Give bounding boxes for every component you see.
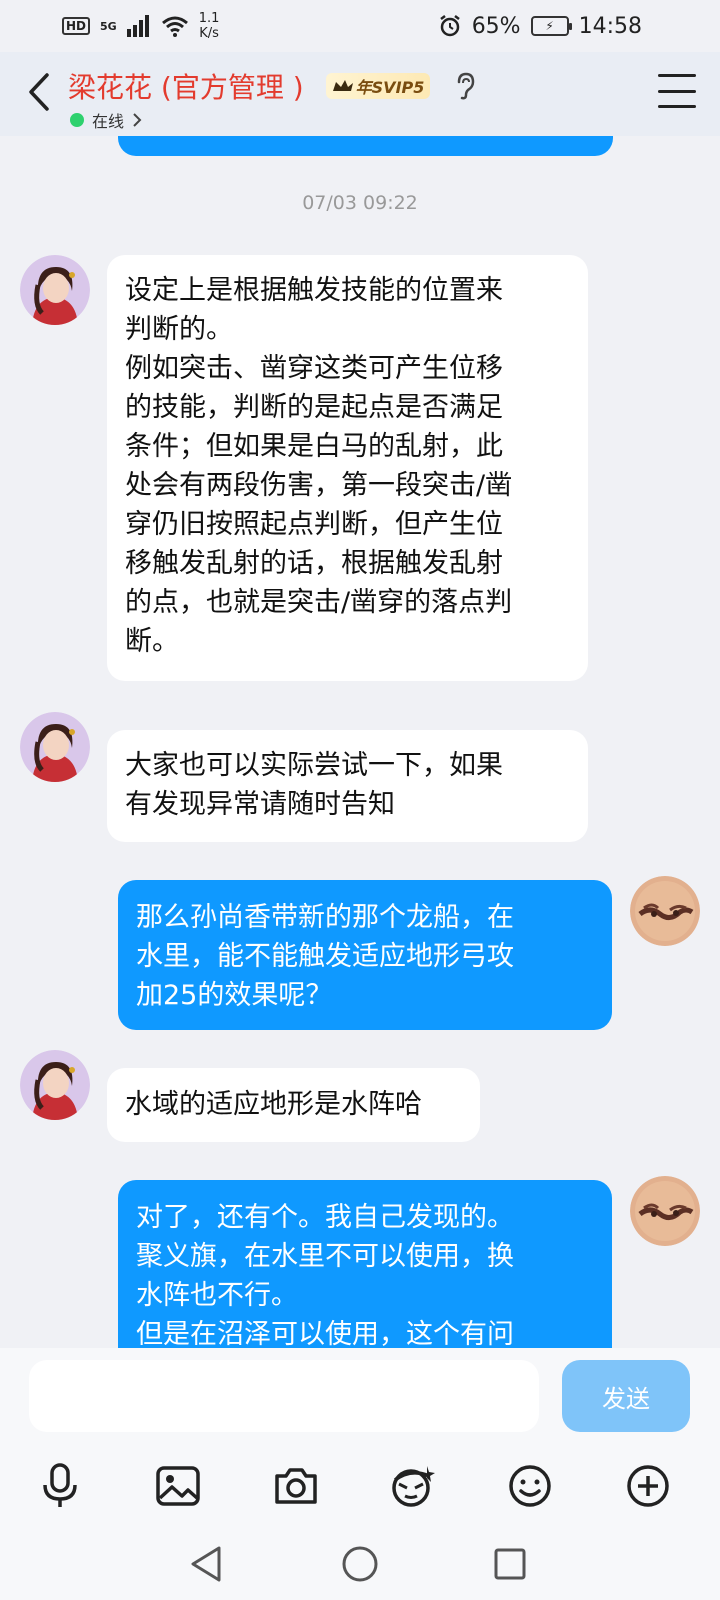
incoming-message-bubble[interactable]: 水域的适应地形是水阵哈 [107,1068,480,1142]
nav-recents-icon [494,1548,526,1580]
composer: 发送 [0,1348,720,1600]
nav-home-icon [342,1546,378,1582]
contact-avatar[interactable] [20,1050,90,1120]
incoming-message-bubble[interactable]: 大家也可以实际尝试一下，如果 有发现异常请随时告知 [107,730,588,842]
incoming-message-bubble[interactable]: 设定上是根据触发技能的位置来 判断的。 例如突击、凿穿这类可产生位移 的技能，判… [107,255,588,681]
svip-badge[interactable]: 年SVIP5 [325,73,431,99]
image-icon [156,1466,200,1506]
microphone-icon [43,1463,77,1507]
signal-icon [126,15,149,37]
menu-icon-line [658,89,696,93]
message-timestamp: 07/03 09:22 [302,192,418,214]
net-speed: 1.1 K/s [199,11,220,41]
message-input[interactable] [29,1360,539,1432]
ear-icon[interactable] [452,71,478,101]
nav-home-button[interactable] [332,1536,388,1592]
image-button[interactable] [148,1456,208,1516]
outgoing-message-bubble[interactable]: 那么孙尚香带新的那个龙船，在 水里，能不能触发适应地形弓攻 加25的效果呢？ [118,880,612,1030]
alarm-icon [439,15,460,37]
emoji-button[interactable] [500,1456,560,1516]
self-avatar[interactable] [630,876,700,946]
nav-recents-button[interactable] [482,1536,538,1592]
sticker-button[interactable] [382,1456,442,1516]
chat-area[interactable]: 07/03 09:22 设定上是根据触发技能的位置来 判断的。 例如突击、凿穿这… [0,136,720,1348]
menu-icon-line [658,74,696,77]
menu-button[interactable] [658,74,696,108]
svip-label: 年SVIP5 [355,78,425,97]
battery-icon: ⚡ [530,16,572,36]
self-avatar[interactable] [630,1176,700,1246]
send-button[interactable]: 发送 [562,1360,690,1432]
hd-badge: HD [62,17,91,35]
net-speed-value: 1.1 [198,11,220,26]
chat-header: 梁花花 (官方管理 ) 年SVIP5 在线 [0,52,720,136]
camera-icon [275,1468,317,1504]
plus-icon [627,1465,669,1507]
menu-icon-line [658,105,696,108]
clock: 14:58 [578,13,642,39]
online-status-text: 在线 [92,112,125,131]
network-label: 5G [100,19,117,33]
nav-back-button[interactable] [178,1536,234,1592]
contact-name[interactable]: 梁花花 (官方管理 ) [68,66,304,106]
emoji-icon [509,1465,551,1507]
previous-message-bubble[interactable] [118,136,613,156]
title-row: 梁花花 (官方管理 ) 年SVIP5 [68,66,478,106]
contact-avatar[interactable] [20,712,90,782]
toolbar [0,1448,720,1524]
more-button[interactable] [618,1456,678,1516]
outgoing-message-bubble[interactable]: 对了，还有个。我自己发现的。 聚义旗，在水里不可以使用，换 水阵也不行。 但是在… [118,1180,612,1348]
online-dot-icon [70,113,84,127]
back-arrow-icon [29,73,49,111]
chevron-right-icon [133,113,142,127]
camera-button[interactable] [266,1456,326,1516]
wifi-icon [161,16,188,37]
battery-percent: 65% [471,13,521,39]
contact-avatar[interactable] [20,255,90,325]
nav-back-icon [191,1546,221,1582]
online-status[interactable]: 在线 [70,108,142,132]
system-navigation-bar [0,1536,720,1600]
crown-icon [332,80,353,91]
net-speed-unit: K/s [199,26,219,41]
status-bar: HD 5G 1.1 K/s 65% ⚡ 14:58 [0,0,720,52]
sticker-icon [392,1466,435,1507]
microphone-button[interactable] [30,1456,90,1516]
back-button[interactable] [22,70,56,114]
